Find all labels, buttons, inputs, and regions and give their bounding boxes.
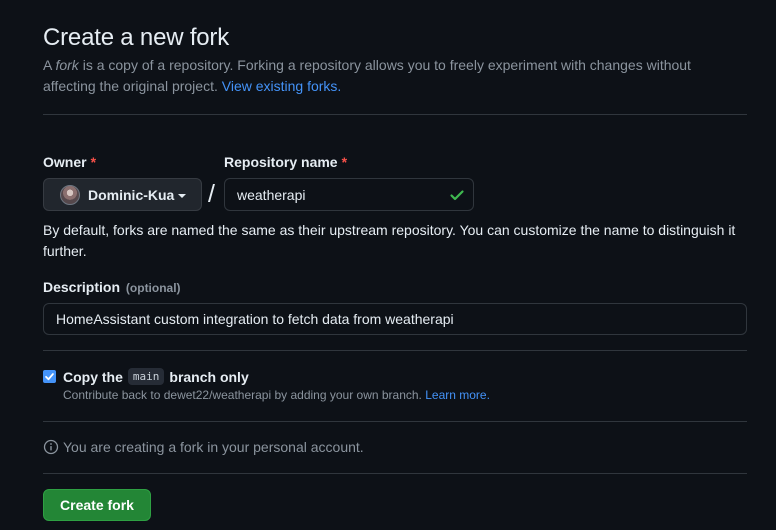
copy-branch-label[interactable]: Copy the main branch only [63, 368, 249, 385]
page-title: Create a new fork [43, 24, 230, 51]
caret-down-icon [178, 193, 187, 198]
branch-name-code: main [127, 368, 165, 385]
repository-name-value: weatherapi [237, 186, 306, 203]
intro-body: is a copy of a repository. Forking a rep… [43, 57, 691, 94]
divider [43, 350, 747, 351]
copy-branch-label-prefix: Copy the [63, 368, 123, 385]
description-label-text: Description [43, 279, 121, 295]
intro-text: A fork is a copy of a repository. Forkin… [43, 55, 743, 97]
repository-name-label: Repository name * [224, 154, 347, 170]
description-input[interactable]: HomeAssistant custom integration to fetc… [43, 303, 747, 335]
view-existing-forks-link[interactable]: View existing forks. [222, 78, 342, 94]
description-label: Description (optional) [43, 279, 181, 295]
check-icon [450, 190, 464, 201]
repository-name-label-text: Repository name [224, 154, 338, 170]
copy-branch-label-suffix: branch only [169, 368, 249, 385]
description-value: HomeAssistant custom integration to fetc… [56, 311, 454, 327]
learn-more-link[interactable]: Learn more. [425, 388, 490, 402]
avatar [60, 184, 80, 205]
owner-repo-separator: / [208, 180, 215, 208]
repository-required-mark: * [341, 154, 348, 170]
owner-required-mark: * [90, 154, 97, 170]
personal-account-notice-text: You are creating a fork in your personal… [63, 439, 364, 455]
repository-name-helper: By default, forks are named the same as … [43, 222, 736, 259]
divider [43, 473, 747, 474]
owner-name: Dominic-Kua [88, 186, 175, 203]
intro-fork-word: fork [55, 57, 79, 73]
owner-select-button[interactable]: Dominic-Kua [43, 178, 202, 211]
owner-label: Owner * [43, 154, 96, 170]
create-fork-button[interactable]: Create fork [43, 489, 151, 521]
info-icon [43, 439, 59, 455]
intro-prefix: A [43, 57, 56, 73]
copy-branch-note: Contribute back to dewet22/weatherapi by… [63, 388, 490, 402]
repository-name-input[interactable]: weatherapi [224, 178, 474, 211]
copy-main-branch-checkbox[interactable] [43, 370, 56, 383]
copy-branch-note-text: Contribute back to dewet22/weatherapi by… [63, 388, 426, 402]
create-fork-page: Create a new fork A fork is a copy of a … [0, 0, 776, 530]
description-optional-label: (optional) [125, 281, 181, 295]
checkmark-icon [45, 373, 54, 381]
owner-label-text: Owner [43, 154, 87, 170]
divider [43, 114, 747, 115]
personal-account-notice: You are creating a fork in your personal… [43, 439, 364, 455]
divider [43, 421, 747, 422]
